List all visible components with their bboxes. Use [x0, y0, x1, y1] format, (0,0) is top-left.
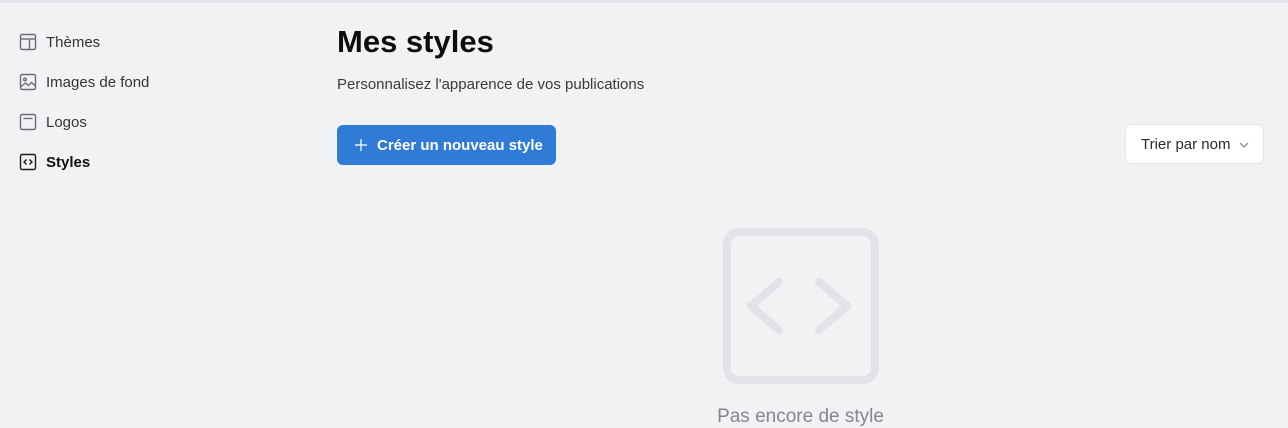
sidebar-item-styles[interactable]: Styles: [0, 142, 300, 182]
sidebar-item-label: Styles: [46, 153, 91, 171]
chevron-down-icon: [1238, 139, 1250, 151]
sort-select-value: Trier par nom: [1141, 135, 1231, 153]
sidebar-item-label: Logos: [46, 113, 87, 131]
create-style-label: Créer un nouveau style: [377, 136, 543, 154]
sidebar-item-label: Thèmes: [46, 33, 101, 51]
sidebar-item-logos[interactable]: Logos: [0, 102, 300, 142]
sort-select[interactable]: Trier par nom: [1125, 124, 1264, 164]
sidebar-item-label: Images de fond: [46, 73, 150, 91]
sidebar-item-background-images[interactable]: Images de fond: [0, 62, 300, 102]
plus-icon: [354, 138, 368, 152]
sidebar-item-themes[interactable]: Thèmes: [0, 22, 300, 62]
code-icon: [722, 228, 879, 384]
toolbar: Créer un nouveau style Trier par nom: [337, 124, 1264, 165]
sidebar: Thèmes Images de fond Logos Styles: [0, 22, 300, 182]
empty-state: Pas encore de style: [337, 226, 1264, 428]
page-subtitle: Personnalisez l'apparence de vos publica…: [337, 76, 645, 93]
empty-state-text: Pas encore de style: [717, 406, 884, 427]
logo-frame-icon: [19, 113, 37, 131]
page-title: Mes styles: [337, 24, 494, 59]
code-icon: [19, 153, 37, 171]
main-content: Mes styles Personnalisez l'apparence de …: [337, 22, 1264, 427]
layout-icon: [19, 33, 37, 51]
create-style-button[interactable]: Créer un nouveau style: [337, 125, 556, 165]
top-divider: [0, 0, 1288, 3]
image-icon: [19, 73, 37, 91]
